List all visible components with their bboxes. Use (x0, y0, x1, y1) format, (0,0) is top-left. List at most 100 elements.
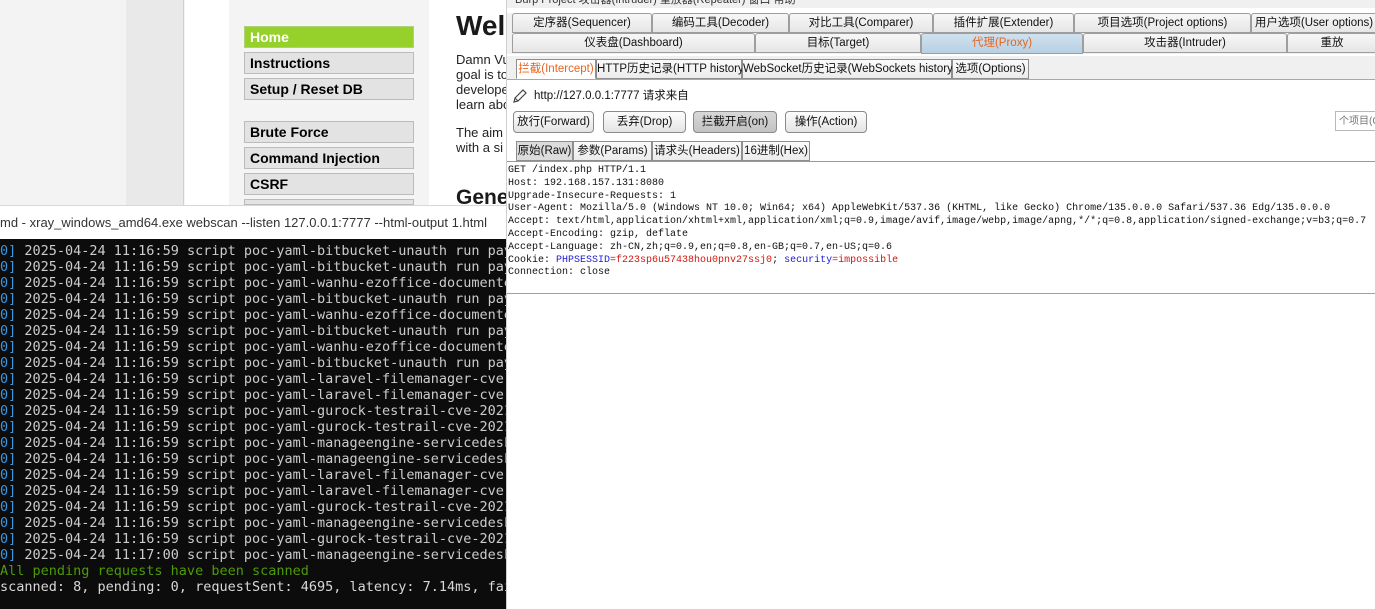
terminal-log-line: 0] 2025-04-24 11:16:59 script poc-yaml-m… (0, 451, 506, 467)
tab-comparer[interactable]: 对比工具(Comparer) (789, 13, 933, 33)
cookie-value-security: =impossible (832, 254, 899, 266)
tab-dashboard[interactable]: 仪表盘(Dashboard) (512, 33, 755, 53)
terminal-log-line: 0] 2025-04-24 11:16:59 script poc-yaml-g… (0, 499, 506, 515)
log-level-bracket: 0] (0, 371, 17, 387)
log-level-bracket: 0] (0, 291, 17, 307)
terminal-log-line: 0] 2025-04-24 11:17:00 script poc-yaml-m… (0, 547, 506, 563)
dvwa-menu-home[interactable]: Home (244, 26, 414, 48)
tab-project-options[interactable]: 项目选项(Project options) (1074, 13, 1251, 33)
raw-request-editor[interactable]: GET /index.php HTTP/1.1 Host: 192.168.15… (507, 165, 1375, 293)
terminal-window: md - xray_windows_amd64.exe webscan --li… (0, 205, 506, 609)
terminal-stats-line: scanned: 8, pending: 0, requestSent: 469… (0, 579, 506, 595)
header-accept-language: Accept-Language: zh-CN,zh;q=0.9,en;q=0.8… (508, 241, 893, 253)
tab-raw[interactable]: 原始(Raw) (516, 141, 573, 161)
tab-user-options[interactable]: 用户选项(User options) (1251, 13, 1375, 33)
terminal-output: 0] 2025-04-24 11:16:59 script poc-yaml-b… (0, 243, 506, 609)
log-level-bracket: 0] (0, 499, 17, 515)
cookie-value-phpsessid: =f223sp6u57438hou0pnv27ssj0 (610, 254, 773, 266)
burp-tab-row-2: 仪表盘(Dashboard) 目标(Target) 代理(Proxy) 攻击器(… (507, 33, 1375, 54)
editor-divider (507, 293, 1375, 294)
log-text: 2025-04-24 11:16:59 script poc-yaml-mana… (16, 515, 506, 531)
header-cookie: Cookie: PHPSESSID=f223sp6u57438hou0pnv27… (508, 255, 1375, 268)
tab-extender[interactable]: 插件扩展(Extender) (933, 13, 1074, 33)
log-text: 2025-04-24 11:16:59 script poc-yaml-guro… (16, 499, 506, 515)
terminal-log-line: 0] 2025-04-24 11:16:59 script poc-yaml-b… (0, 243, 506, 259)
log-level-bracket: 0] (0, 355, 17, 371)
dvwa-intro-text: goal is to (456, 67, 509, 82)
drop-button[interactable]: 丢弃(Drop) (603, 111, 686, 133)
cookie-key-phpsessid: PHPSESSID (556, 254, 611, 266)
header-connection: Connection: close (508, 267, 611, 279)
tab-target[interactable]: 目标(Target) (755, 33, 921, 53)
log-text: 2025-04-24 11:16:59 script poc-yaml-bitb… (16, 259, 506, 275)
tab-websockets-history[interactable]: WebSocket历史记录(WebSockets history) (742, 59, 957, 79)
cookie-label: Cookie: (508, 254, 557, 266)
tab-decoder[interactable]: 编码工具(Decoder) (652, 13, 789, 33)
tab-intercept[interactable]: 拦截(Intercept) (516, 59, 596, 79)
forward-button[interactable]: 放行(Forward) (513, 111, 594, 133)
dvwa-intro-text: develope (456, 82, 509, 97)
log-text: 2025-04-24 11:16:59 script poc-yaml-bitb… (16, 355, 506, 371)
log-text: 2025-04-24 11:16:59 script poc-yaml-mana… (16, 451, 506, 467)
log-level-bracket: 0] (0, 403, 17, 419)
log-text: 2025-04-24 11:16:59 script poc-yaml-lara… (16, 483, 506, 499)
dvwa-menu-brute-force[interactable]: Brute Force (244, 121, 414, 143)
tab-sequencer[interactable]: 定序器(Sequencer) (512, 13, 652, 33)
tab-hex[interactable]: 16进制(Hex) (742, 141, 810, 161)
dvwa-menu-instructions[interactable]: Instructions (244, 52, 414, 74)
terminal-log-line: 0] 2025-04-24 11:16:59 script poc-yaml-g… (0, 531, 506, 547)
burp-menubar[interactable]: Burp Project 攻击器(Intruder) 重放器(Repeater)… (507, 0, 1375, 8)
tab-options[interactable]: 选项(Options) (952, 59, 1029, 79)
log-level-bracket: 0] (0, 275, 17, 291)
log-text: 2025-04-24 11:17:00 script poc-yaml-mana… (16, 547, 506, 563)
log-text: 2025-04-24 11:16:59 script poc-yaml-guro… (16, 403, 506, 419)
terminal-log-line: 0] 2025-04-24 11:16:59 script poc-yaml-w… (0, 275, 506, 291)
pencil-icon[interactable] (512, 88, 528, 104)
tab-http-history[interactable]: HTTP历史记录(HTTP history) (596, 59, 748, 79)
comment-field[interactable] (1335, 111, 1375, 131)
log-text: 2025-04-24 11:16:59 script poc-yaml-lara… (16, 371, 506, 387)
tab-params[interactable]: 参数(Params) (573, 141, 652, 161)
terminal-log-line: 0] 2025-04-24 11:16:59 script poc-yaml-m… (0, 515, 506, 531)
tab-intruder[interactable]: 攻击器(Intruder) (1083, 33, 1287, 53)
dvwa-menu-csrf[interactable]: CSRF (244, 173, 414, 195)
header-accept-encoding: Accept-Encoding: gzip, deflate (508, 228, 689, 240)
tab-headers[interactable]: 请求头(Headers) (652, 141, 742, 161)
cookie-separator: ; (772, 254, 785, 266)
dvwa-aim-text: The aim (456, 125, 503, 140)
dvwa-intro-text: learn abo (456, 97, 511, 112)
log-level-bracket: 0] (0, 259, 17, 275)
action-button[interactable]: 操作(Action) (785, 111, 867, 133)
request-target-label: http://127.0.0.1:7777 请求来自 (534, 90, 689, 102)
terminal-title-bar[interactable]: md - xray_windows_amd64.exe webscan --li… (0, 205, 506, 239)
log-level-bracket: 0] (0, 419, 17, 435)
message-view-tabs: 原始(Raw) 参数(Params) 请求头(Headers) 16进制(Hex… (507, 140, 1375, 162)
terminal-log-line: 0] 2025-04-24 11:16:59 script poc-yaml-b… (0, 291, 506, 307)
terminal-log-line: 0] 2025-04-24 11:16:59 script poc-yaml-b… (0, 323, 506, 339)
intercept-toggle-button[interactable]: 拦截开启(on) (693, 111, 777, 133)
tab-proxy[interactable]: 代理(Proxy) (921, 33, 1083, 54)
log-text: 2025-04-24 11:16:59 script poc-yaml-bitb… (16, 323, 506, 339)
terminal-log-line: 0] 2025-04-24 11:16:59 script poc-yaml-g… (0, 403, 506, 419)
log-text: 2025-04-24 11:16:59 script poc-yaml-guro… (16, 531, 506, 547)
dvwa-aim-text: with a si (456, 140, 503, 155)
intercept-request-info: http://127.0.0.1:7777 请求来自 (507, 84, 1375, 108)
terminal-log-line: 0] 2025-04-24 11:16:59 script poc-yaml-l… (0, 371, 506, 387)
terminal-log-lines: 0] 2025-04-24 11:16:59 script poc-yaml-b… (0, 243, 506, 563)
dvwa-menu-setup-reset-db[interactable]: Setup / Reset DB (244, 78, 414, 100)
log-text: 2025-04-24 11:16:59 script poc-yaml-mana… (16, 435, 506, 451)
log-level-bracket: 0] (0, 435, 17, 451)
log-level-bracket: 0] (0, 531, 17, 547)
log-level-bracket: 0] (0, 547, 17, 563)
log-text: 2025-04-24 11:16:59 script poc-yaml-guro… (16, 419, 506, 435)
log-text: 2025-04-24 11:16:59 script poc-yaml-wanh… (16, 339, 506, 355)
log-level-bracket: 0] (0, 467, 17, 483)
log-level-bracket: 0] (0, 307, 17, 323)
terminal-log-line: 0] 2025-04-24 11:16:59 script poc-yaml-g… (0, 419, 506, 435)
cookie-key-security: security (784, 254, 833, 266)
dvwa-menu-command-injection[interactable]: Command Injection (244, 147, 414, 169)
log-text: 2025-04-24 11:16:59 script poc-yaml-bitb… (16, 243, 506, 259)
tab-repeater[interactable]: 重放 (1287, 33, 1375, 53)
dvwa-intro-text: Damn Vu (456, 52, 510, 67)
header-user-agent: User-Agent: Mozilla/5.0 (Windows NT 10.0… (508, 203, 1331, 215)
